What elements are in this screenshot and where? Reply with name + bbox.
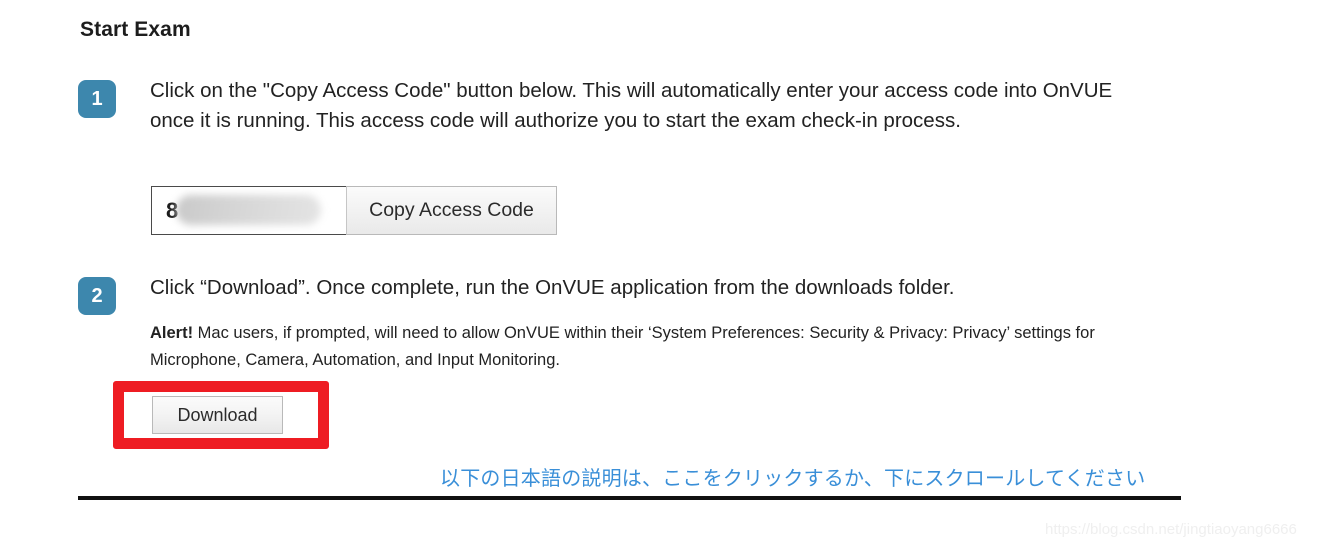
step-1-number-badge: 1 (78, 80, 116, 118)
section-divider (78, 496, 1181, 500)
download-button[interactable]: Download (152, 396, 283, 434)
exam-instructions-page: Start Exam 1 Click on the "Copy Access C… (0, 0, 1323, 549)
access-code-redaction-overlay (176, 195, 321, 225)
alert-label: Alert! (150, 324, 194, 342)
source-watermark: https://blog.csdn.net/jingtiaoyang6666 (1045, 521, 1297, 538)
step-2-instruction-text: Click “Download”. Once complete, run the… (150, 276, 955, 299)
step-2-number-badge: 2 (78, 277, 116, 315)
page-title: Start Exam (80, 18, 191, 41)
alert-body-text: Mac users, if prompted, will need to all… (150, 324, 1095, 369)
access-code-input[interactable]: 8 (151, 186, 346, 235)
access-code-row: 8 Copy Access Code (151, 186, 557, 235)
japanese-instructions-link[interactable]: 以下の日本語の説明は、ここをクリックするか、下にスクロールしてください (440, 462, 1145, 491)
step-1-instruction-text: Click on the "Copy Access Code" button b… (150, 79, 1113, 132)
copy-access-code-button[interactable]: Copy Access Code (346, 186, 557, 235)
mac-alert-notice: Alert! Mac users, if prompted, will need… (150, 320, 1105, 374)
